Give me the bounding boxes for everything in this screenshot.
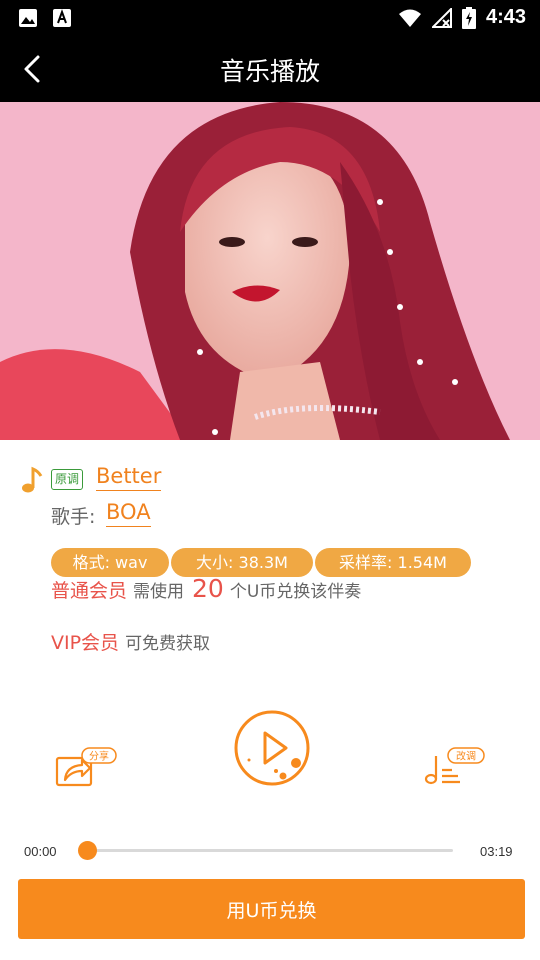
share-label: 分享 <box>89 750 109 763</box>
normal-member-text-before: 需使用 <box>133 582 185 602</box>
coin-count: 20 <box>192 574 224 603</box>
signal-icon <box>431 7 452 28</box>
song-name: Better <box>96 464 162 491</box>
format-badge: 格式: wav <box>51 548 169 577</box>
size-badge: 大小: 38.3M <box>171 548 313 577</box>
total-time: 03:19 <box>480 844 513 859</box>
singer-name[interactable]: BOA <box>106 500 151 527</box>
exchange-button[interactable]: 用U币兑换 <box>18 879 525 939</box>
status-bar: 4:43 <box>0 0 540 36</box>
page-title: 音乐播放 <box>219 57 320 86</box>
vip-member-label: VIP会员 <box>51 632 120 654</box>
font-download-icon <box>53 9 71 27</box>
top-bar: 音乐播放 <box>0 36 540 102</box>
vip-member-line: VIP会员 可免费获取 <box>51 628 210 655</box>
battery-icon <box>461 6 476 29</box>
change-key-label: 改调 <box>456 750 476 763</box>
image-icon <box>19 9 37 27</box>
normal-member-text-after: 个U币兑换该伴奏 <box>229 582 362 602</box>
current-time: 00:00 <box>24 844 57 859</box>
wifi-icon <box>398 9 421 27</box>
album-art-image <box>0 102 540 440</box>
sample-rate-badge: 采样率: 1.54M <box>315 548 471 577</box>
singer-label: 歌手: <box>51 506 96 528</box>
play-button[interactable] <box>232 708 312 788</box>
original-key-tag: 原调 <box>51 469 84 490</box>
share-icon: 分享 <box>55 747 117 787</box>
share-button[interactable]: 分享 <box>52 746 118 790</box>
normal-member-line: 普通会员 需使用 20 个U币兑换该伴奏 <box>51 574 361 608</box>
change-key-button[interactable]: 改调 <box>422 746 488 790</box>
progress-thumb[interactable] <box>78 841 97 860</box>
vip-member-text: 可免费获取 <box>125 634 211 654</box>
normal-member-label: 普通会员 <box>51 580 128 602</box>
clock: 4:43 <box>485 6 526 28</box>
music-list-icon: 改调 <box>424 747 485 785</box>
album-cover <box>0 102 540 440</box>
progress-track[interactable] <box>84 849 453 852</box>
play-icon <box>234 710 310 786</box>
music-note-icon <box>22 466 43 493</box>
